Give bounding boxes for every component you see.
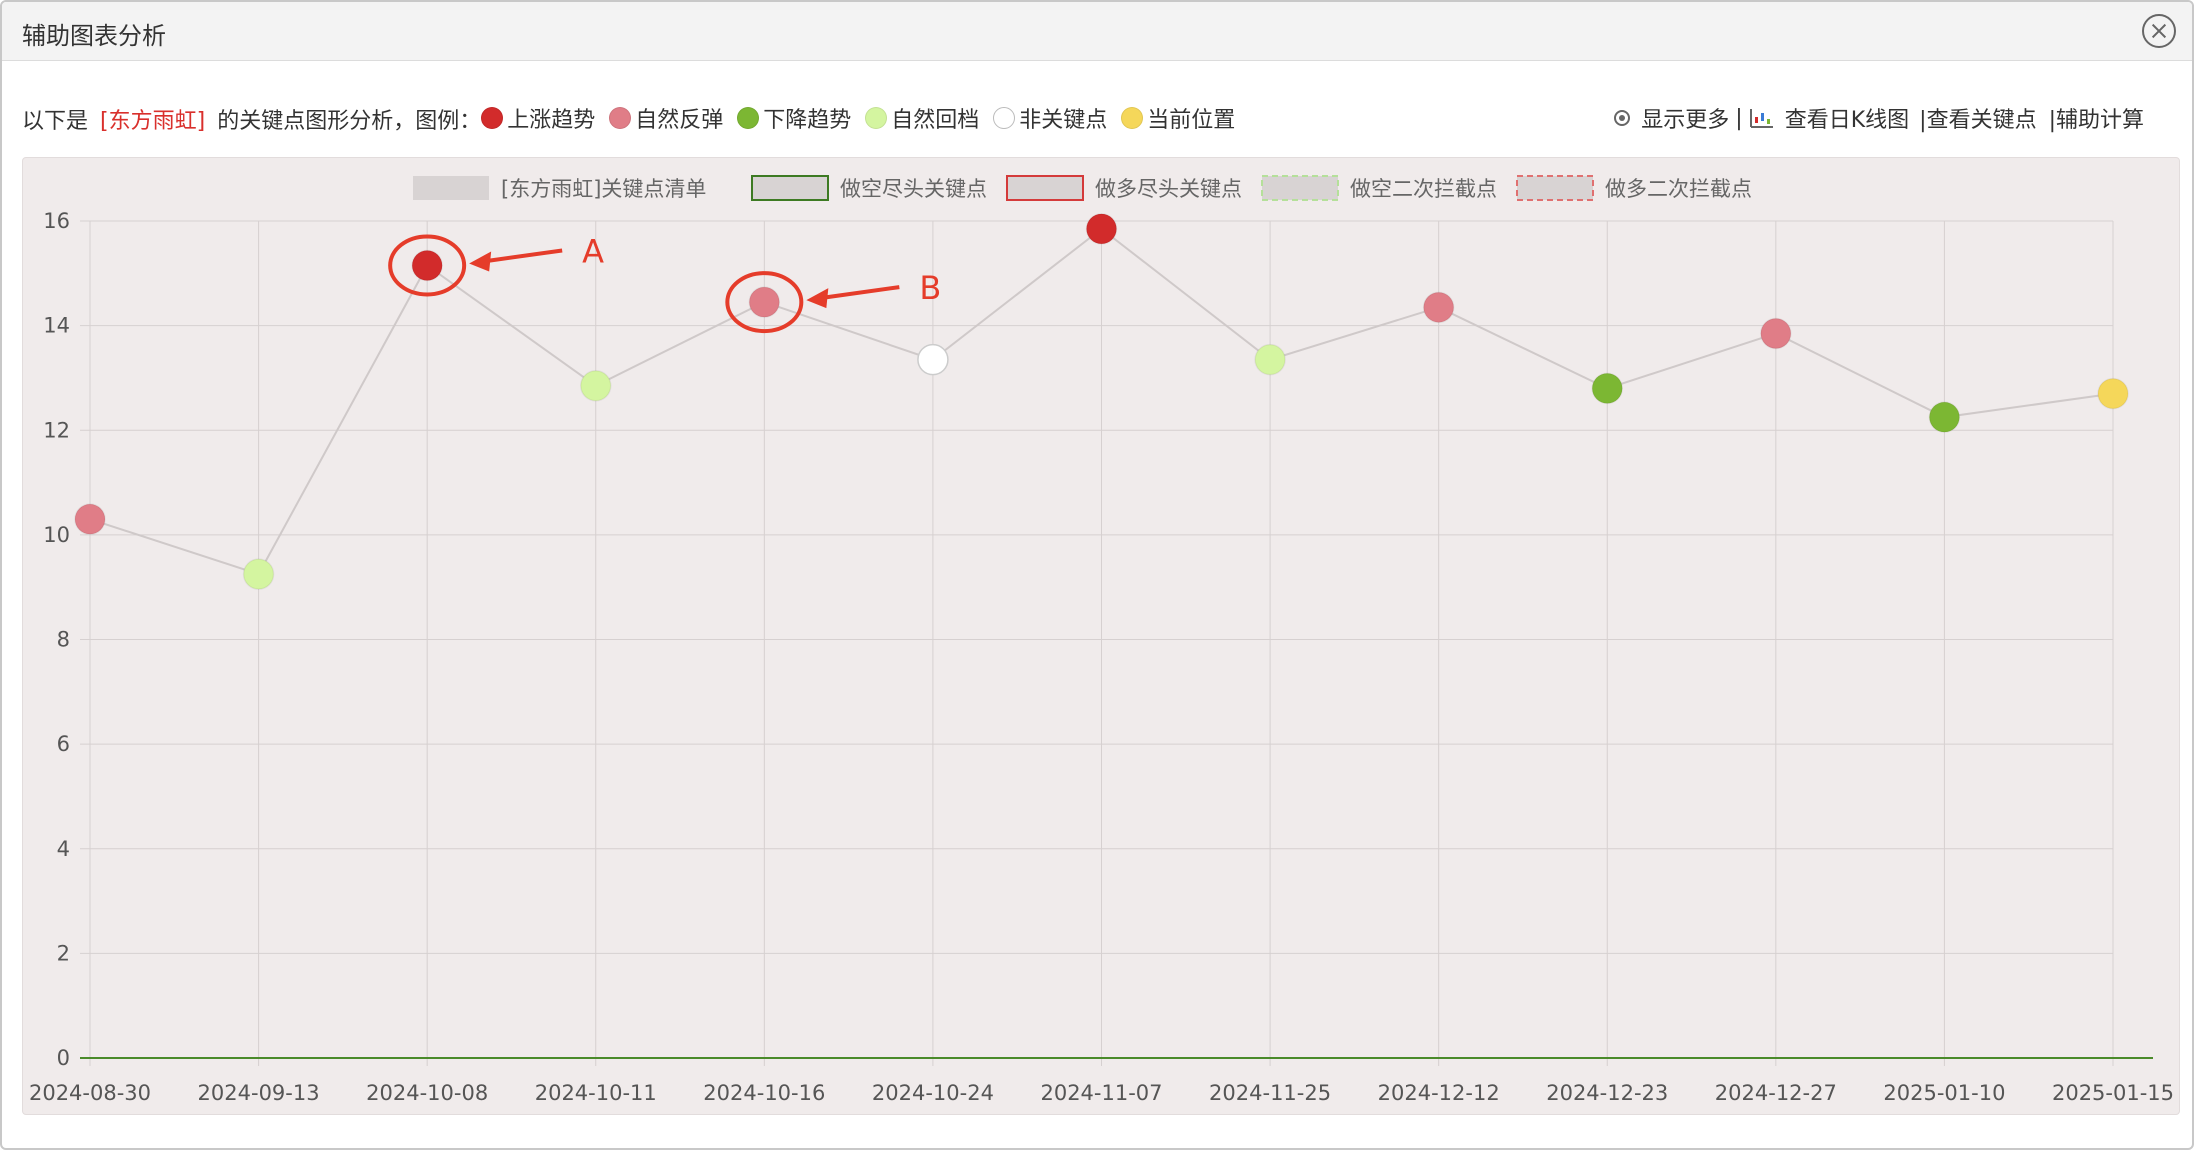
- chart-legend-label: [东方雨虹]关键点清单: [501, 177, 706, 201]
- data-point: [748, 286, 781, 318]
- chart-legend-label: 做多二次拦截点: [1605, 177, 1752, 201]
- annotation-label: B: [919, 269, 941, 307]
- keypoints-link[interactable]: |查看关键点: [1919, 102, 2036, 134]
- legend-item: 自然反弹: [609, 102, 723, 134]
- point-type-legend: 上涨趋势 自然反弹 下降趋势 自然回档 非关键点 当前位置: [481, 102, 1249, 135]
- data-point: [1928, 401, 1961, 433]
- x-tick-label: 2024-10-08: [366, 1081, 488, 1105]
- y-tick-label: 12: [43, 418, 70, 442]
- y-tick-label: 10: [43, 523, 70, 547]
- close-icon[interactable]: [2142, 14, 2176, 48]
- x-tick-label: 2025-01-10: [1883, 1081, 2005, 1105]
- x-tick-label: 2024-10-11: [535, 1081, 657, 1105]
- legend-item: 非关键点: [993, 102, 1107, 134]
- data-point: [242, 558, 275, 590]
- legend-label: 非关键点: [1019, 108, 1108, 133]
- legend-dot-icon: [865, 107, 888, 129]
- data-point: [1085, 213, 1118, 245]
- data-point: [411, 249, 443, 282]
- x-tick-label: 2024-10-24: [872, 1081, 994, 1105]
- show-more-icon[interactable]: [1613, 107, 1635, 129]
- legend-item: 下降趋势: [737, 102, 851, 134]
- legend-dot-icon: [609, 107, 632, 129]
- legend-dot-icon: [737, 107, 760, 129]
- x-tick-label: 2024-11-07: [1040, 1081, 1162, 1105]
- info-suffix: 的关键点图形分析，图例：: [217, 108, 482, 134]
- y-tick-label: 0: [57, 1046, 70, 1070]
- x-tick-label: 2024-12-27: [1715, 1081, 1837, 1105]
- legend-label: 自然回档: [891, 108, 980, 133]
- legend-label: 上涨趋势: [507, 108, 596, 133]
- x-tick-label: 2024-10-16: [703, 1081, 825, 1105]
- data-point: [74, 503, 106, 535]
- y-tick-label: 16: [43, 209, 70, 233]
- legend-label: 自然反弹: [635, 108, 724, 133]
- x-tick-label: 2024-11-25: [1209, 1081, 1331, 1105]
- chart-legend-swatch: [1006, 175, 1084, 201]
- data-point: [580, 370, 612, 402]
- titlebar: 辅助图表分析: [2, 2, 2192, 61]
- chart-legend-label: 做多尽头关键点: [1095, 177, 1242, 201]
- dialog-title: 辅助图表分析: [22, 22, 166, 50]
- data-point: [1591, 372, 1623, 405]
- chart-legend-label: 做空二次拦截点: [1350, 177, 1497, 201]
- action-links: 显示更多 | 查看日K线图 |查看关键点 |辅助计算: [1613, 102, 2144, 134]
- data-point: [917, 343, 949, 376]
- legend-item: 自然回档: [865, 102, 979, 134]
- annotation-arrowhead: [469, 251, 492, 272]
- data-point: [2097, 377, 2129, 410]
- chart-legend-label: 做空尽头关键点: [840, 177, 987, 201]
- chart-dialog: 辅助图表分析 以下是 [东方雨虹] 的关键点图形分析，图例： 上涨趋势 自然反弹 下…: [0, 0, 2194, 1150]
- legend-dot-icon: [481, 107, 504, 129]
- x-tick-label: 2025-01-15: [2052, 1081, 2174, 1105]
- chart-legend-swatch: [1516, 175, 1594, 201]
- annotation-label: A: [582, 232, 604, 270]
- separator: |: [1735, 105, 1743, 131]
- y-tick-label: 8: [57, 628, 70, 652]
- legend-item: 上涨趋势: [481, 102, 595, 134]
- legend-dot-icon: [993, 107, 1016, 129]
- x-tick-label: 2024-08-30: [29, 1081, 151, 1105]
- info-prefix: 以下是: [22, 108, 89, 134]
- annotation-arrowhead: [806, 288, 829, 309]
- calc-link[interactable]: |辅助计算: [2049, 102, 2144, 134]
- legend-label: 下降趋势: [763, 108, 852, 133]
- data-point: [1254, 343, 1286, 376]
- legend-item: 当前位置: [1121, 102, 1235, 134]
- x-tick-label: 2024-12-12: [1378, 1081, 1500, 1105]
- x-tick-label: 2024-09-13: [198, 1081, 320, 1105]
- y-tick-label: 14: [43, 314, 70, 338]
- show-more-link[interactable]: 显示更多: [1641, 102, 1729, 134]
- kline-chart-icon[interactable]: [1749, 107, 1775, 129]
- kline-link[interactable]: 查看日K线图: [1785, 102, 1909, 134]
- line-chart: 0 2 4 6 8 10 12 14 16 2024-08-30 2024-09-13 2024-10…: [29, 175, 2174, 1105]
- data-point: [1422, 291, 1455, 324]
- chart-legend-swatch: [751, 175, 829, 201]
- x-tick-label: 2024-12-23: [1546, 1081, 1668, 1105]
- legend-label: 当前位置: [1147, 108, 1236, 133]
- chart-legend-swatch: [1261, 175, 1339, 201]
- chart-legend-swatch: [413, 176, 489, 200]
- stock-name: [东方雨虹]: [100, 108, 206, 134]
- annotation-arrow: [820, 285, 900, 301]
- y-tick-label: 2: [57, 941, 70, 965]
- data-point: [1760, 317, 1792, 350]
- y-tick-label: 4: [57, 837, 70, 861]
- info-line: 以下是 [东方雨虹] 的关键点图形分析，图例： 上涨趋势 自然反弹 下降趋势 自然回档…: [22, 102, 1249, 135]
- legend-dot-icon: [1121, 107, 1144, 129]
- chart-panel: 0 2 4 6 8 10 12 14 16 2024-08-30 2024-09-13 2024-10…: [22, 157, 2180, 1115]
- y-tick-label: 6: [57, 732, 70, 756]
- annotation-arrow: [482, 248, 563, 264]
